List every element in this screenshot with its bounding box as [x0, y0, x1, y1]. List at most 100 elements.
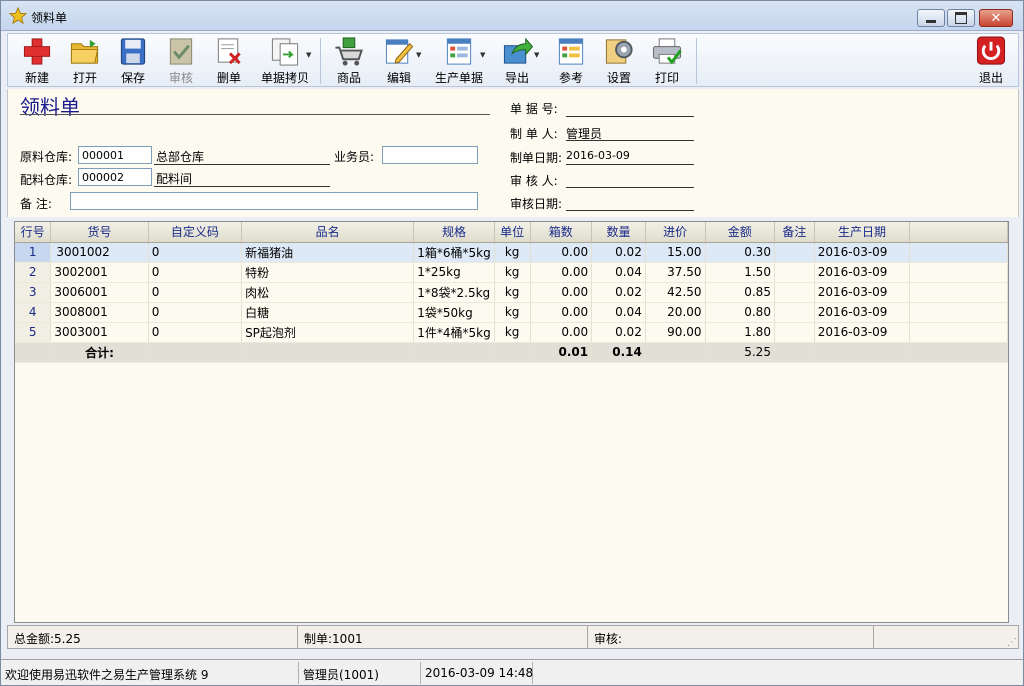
col-header-price[interactable]: 进价: [645, 222, 706, 243]
settings-button[interactable]: 设置: [596, 36, 642, 86]
production-docs-button[interactable]: 生产单据: [430, 36, 488, 86]
cell-qty[interactable]: 0.02: [591, 242, 646, 263]
cell-boxes[interactable]: 0.00: [530, 282, 593, 303]
cell-unit[interactable]: kg: [494, 262, 531, 283]
cell-amount[interactable]: 0.80: [705, 302, 775, 323]
col-header-prod-date[interactable]: 生产日期: [814, 222, 911, 243]
cell-name[interactable]: 特粉: [241, 262, 415, 283]
cell-name[interactable]: 肉松: [241, 282, 415, 303]
cell-qty[interactable]: 0.04: [591, 262, 646, 283]
table-row[interactable]: 4 3008001 0 白糖 1袋*50kg kg 0.00 0.04 20.0…: [15, 302, 1008, 323]
cell-price[interactable]: 90.00: [645, 322, 706, 343]
cell-boxes[interactable]: 0.00: [530, 302, 593, 323]
col-header-row-no[interactable]: 行号: [15, 222, 52, 243]
cell-custom[interactable]: 0: [148, 262, 243, 283]
col-header-code[interactable]: 货号: [50, 222, 149, 243]
cell-qty[interactable]: 0.04: [591, 302, 646, 323]
cell-price[interactable]: 42.50: [645, 282, 706, 303]
cell-code[interactable]: 3008001: [50, 302, 149, 323]
cell-note[interactable]: [774, 262, 815, 283]
cell-price[interactable]: 37.50: [645, 262, 706, 283]
delete-button[interactable]: 删单: [206, 36, 252, 86]
col-header-boxes[interactable]: 箱数: [530, 222, 593, 243]
col-header-spec[interactable]: 规格: [413, 222, 495, 243]
open-button[interactable]: 打开: [62, 36, 108, 86]
note-input[interactable]: [70, 192, 478, 210]
export-dropdown-arrow-icon[interactable]: ▼: [534, 51, 539, 59]
resize-grip-icon[interactable]: ⋰: [1007, 637, 1017, 648]
cell-name[interactable]: 白糖: [241, 302, 415, 323]
cell-prod-date[interactable]: 2016-03-09: [814, 322, 911, 343]
col-header-qty[interactable]: 数量: [591, 222, 646, 243]
table-row[interactable]: 1 3001002 0 新福猪油 1箱*6桶*5kg kg 0.00 0.02 …: [15, 242, 1008, 263]
minimize-button[interactable]: [917, 9, 945, 27]
production-dropdown-arrow-icon[interactable]: ▼: [480, 51, 485, 59]
cell-boxes[interactable]: 0.00: [530, 322, 593, 343]
col-header-name[interactable]: 品名: [241, 222, 415, 243]
cell-qty[interactable]: 0.02: [591, 322, 646, 343]
col-header-custom-code[interactable]: 自定义码: [148, 222, 243, 243]
col-header-note[interactable]: 备注: [774, 222, 815, 243]
goods-button[interactable]: 商品: [326, 36, 372, 86]
cell-spec[interactable]: 1*25kg: [413, 262, 495, 283]
cell-amount[interactable]: 1.80: [705, 322, 775, 343]
cell-custom[interactable]: 0: [148, 302, 243, 323]
export-button[interactable]: 导出: [494, 36, 540, 86]
cell-note[interactable]: [774, 322, 815, 343]
cell-boxes[interactable]: 0.00: [530, 262, 593, 283]
cell-spec[interactable]: 1箱*6桶*5kg: [413, 242, 495, 263]
edit-button[interactable]: 编辑: [376, 36, 422, 86]
cell-prod-date[interactable]: 2016-03-09: [814, 302, 911, 323]
staff-input[interactable]: [382, 146, 478, 164]
cell-note[interactable]: [774, 282, 815, 303]
cell-spec[interactable]: 1袋*50kg: [413, 302, 495, 323]
cell-note[interactable]: [774, 302, 815, 323]
cell-custom[interactable]: 0: [148, 322, 243, 343]
cell-boxes[interactable]: 0.00: [530, 242, 593, 263]
cell-unit[interactable]: kg: [494, 322, 531, 343]
save-button[interactable]: 保存: [110, 36, 156, 86]
cell-code[interactable]: 3002001: [50, 262, 149, 283]
cell-name[interactable]: SP起泡剂: [241, 322, 415, 343]
table-row[interactable]: 2 3002001 0 特粉 1*25kg kg 0.00 0.04 37.50…: [15, 262, 1008, 283]
col-header-unit[interactable]: 单位: [494, 222, 531, 243]
copy-dropdown-arrow-icon[interactable]: ▼: [306, 51, 311, 59]
reference-button[interactable]: 参考: [548, 36, 594, 86]
cell-custom[interactable]: 0: [148, 282, 243, 303]
table-row[interactable]: 3 3006001 0 肉松 1*8袋*2.5kg kg 0.00 0.02 4…: [15, 282, 1008, 303]
maximize-button[interactable]: [947, 9, 975, 27]
cell-prod-date[interactable]: 2016-03-09: [814, 262, 911, 283]
cell-amount[interactable]: 1.50: [705, 262, 775, 283]
cell-unit[interactable]: kg: [494, 302, 531, 323]
cell-code[interactable]: 3001002: [50, 242, 149, 263]
copy-doc-button[interactable]: 单据拷贝: [256, 36, 314, 86]
cell-code[interactable]: 3003001: [50, 322, 149, 343]
close-button[interactable]: ✕: [979, 9, 1013, 27]
edit-dropdown-arrow-icon[interactable]: ▼: [416, 51, 421, 59]
cell-spec[interactable]: 1件*4桶*5kg: [413, 322, 495, 343]
cell-spec[interactable]: 1*8袋*2.5kg: [413, 282, 495, 303]
mix-warehouse-code-input[interactable]: 000002: [78, 168, 152, 186]
print-button[interactable]: 打印: [644, 36, 690, 86]
raw-warehouse-code-input[interactable]: 000001: [78, 146, 152, 164]
table-row[interactable]: 5 3003001 0 SP起泡剂 1件*4桶*5kg kg 0.00 0.02…: [15, 322, 1008, 343]
col-header-amount[interactable]: 金额: [705, 222, 775, 243]
cell-custom[interactable]: 0: [148, 242, 243, 263]
cell-code[interactable]: 3006001: [50, 282, 149, 303]
cell-qty[interactable]: 0.02: [591, 282, 646, 303]
cell-name[interactable]: 新福猪油: [241, 242, 415, 263]
cell-amount[interactable]: 0.30: [705, 242, 775, 263]
cell-amount[interactable]: 0.85: [705, 282, 775, 303]
cell-price[interactable]: 15.00: [645, 242, 706, 263]
items-grid[interactable]: 行号 货号 自定义码 品名 规格 单位 箱数 数量 进价 金额 备注 生产日期: [14, 221, 1009, 623]
title-bar[interactable]: 领料单 ✕: [1, 1, 1023, 31]
new-button[interactable]: 新建: [14, 36, 60, 86]
cell-unit[interactable]: kg: [494, 242, 531, 263]
cell-unit[interactable]: kg: [494, 282, 531, 303]
cell-note[interactable]: [774, 242, 815, 263]
exit-button[interactable]: 退出: [968, 36, 1014, 86]
cell-prod-date[interactable]: 2016-03-09: [814, 282, 911, 303]
audit-button[interactable]: 审核: [158, 36, 204, 86]
cell-price[interactable]: 20.00: [645, 302, 706, 323]
cell-prod-date[interactable]: 2016-03-09: [814, 242, 911, 263]
